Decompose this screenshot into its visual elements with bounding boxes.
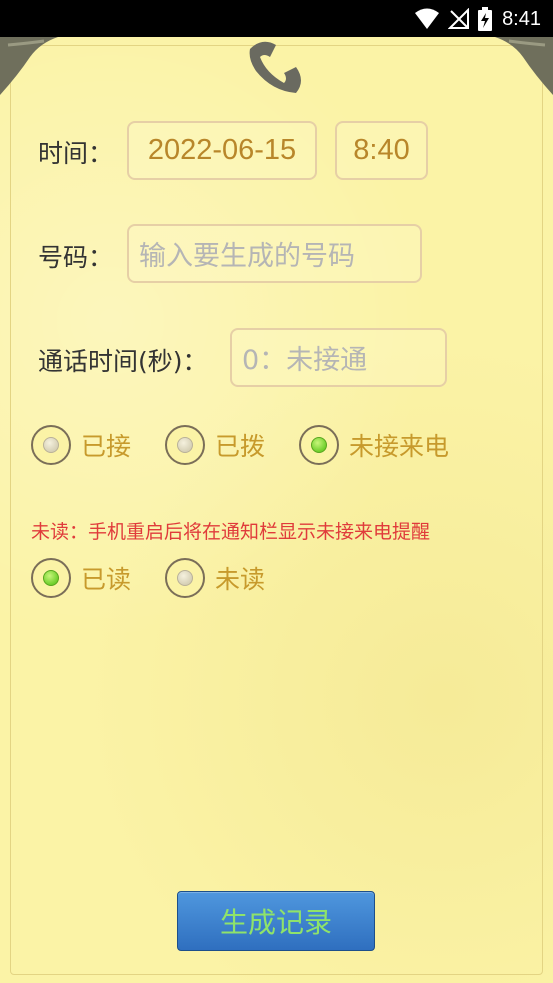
- paper-background: 时间： 2022-06-15 8:40 号码： 输入要生成的号码 通话时间(秒)…: [0, 37, 553, 983]
- radio-missed[interactable]: 未接来电: [299, 425, 449, 465]
- phone-handset-icon: [249, 41, 301, 93]
- radio-dialed[interactable]: 已拨: [165, 425, 265, 465]
- duration-label: 通话时间(秒)：: [38, 347, 208, 376]
- time-field[interactable]: 8:40: [335, 121, 428, 180]
- radio-circle: [31, 558, 71, 598]
- radio-circle: [31, 425, 71, 465]
- time-label: 时间：: [38, 139, 114, 168]
- radio-label: 已拨: [215, 432, 266, 461]
- radio-dot: [43, 437, 59, 453]
- wifi-icon: [415, 8, 440, 29]
- duration-input[interactable]: 0：未接通: [230, 328, 447, 387]
- date-field[interactable]: 2022-06-15: [127, 121, 317, 180]
- radio-dot: [43, 570, 59, 586]
- unread-note: 未读：手机重启后将在通知栏显示未接来电提醒: [31, 521, 431, 543]
- radio-dot: [311, 437, 327, 453]
- radio-label: 未接来电: [349, 432, 450, 461]
- radio-circle: [165, 425, 205, 465]
- radio-dot: [177, 437, 193, 453]
- radio-dot: [177, 570, 193, 586]
- number-label: 号码：: [38, 243, 114, 272]
- radio-label: 未读: [215, 565, 266, 594]
- status-bar: 8:41: [0, 0, 553, 37]
- no-signal-icon: [448, 8, 470, 29]
- number-input[interactable]: 输入要生成的号码: [127, 224, 422, 283]
- corner-ornament-right: [495, 37, 553, 95]
- battery-charging-icon: [478, 7, 493, 31]
- radio-read[interactable]: 已读: [31, 558, 131, 598]
- corner-ornament-left: [0, 37, 58, 95]
- generate-record-button[interactable]: 生成记录: [177, 891, 375, 951]
- status-time: 8:41: [502, 7, 541, 30]
- radio-circle: [165, 558, 205, 598]
- radio-circle: [299, 425, 339, 465]
- radio-label: 已接: [81, 432, 132, 461]
- status-icons: 8:41: [414, 7, 541, 31]
- radio-answered[interactable]: 已接: [31, 425, 131, 465]
- radio-unread[interactable]: 未读: [165, 558, 265, 598]
- paper-frame: [10, 45, 543, 975]
- radio-label: 已读: [81, 565, 132, 594]
